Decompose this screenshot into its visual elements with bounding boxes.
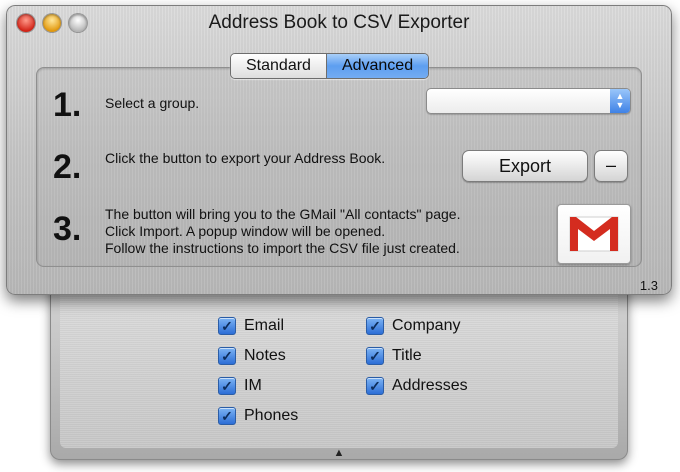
step-2-number: 2.: [53, 148, 82, 186]
field-company-label: Company: [392, 317, 461, 334]
step-1-text: Select a group.: [105, 95, 200, 111]
popup-arrows-icon: ▲ ▼: [610, 89, 630, 113]
window-title: Address Book to CSV Exporter: [208, 12, 470, 33]
tab-standard[interactable]: Standard: [231, 54, 327, 78]
checkbox-phones[interactable]: ✓: [218, 407, 236, 425]
gmail-button[interactable]: [557, 204, 631, 264]
field-company-row[interactable]: ✓ Company: [366, 317, 460, 335]
field-addresses-row[interactable]: ✓ Addresses: [366, 377, 468, 395]
export-button[interactable]: Export: [462, 150, 588, 182]
field-email-label: Email: [244, 317, 285, 334]
step-1-number: 1.: [53, 86, 82, 124]
mode-segmented-control[interactable]: Standard Advanced: [230, 53, 430, 79]
tab-advanced[interactable]: Advanced: [326, 54, 429, 78]
checkbox-notes[interactable]: ✓: [218, 347, 236, 365]
field-phones-label: Phones: [244, 407, 299, 424]
title-bar[interactable]: Address Book to CSV Exporter: [6, 5, 672, 41]
field-notes-label: Notes: [244, 347, 286, 364]
field-title-row[interactable]: ✓ Title: [366, 347, 422, 365]
checkbox-title[interactable]: ✓: [366, 347, 384, 365]
drawer-handle-icon[interactable]: ▲: [334, 448, 345, 459]
field-im-label: IM: [244, 377, 262, 394]
main-window: Address Book to CSV Exporter Standard Ad…: [6, 5, 672, 295]
checkbox-company[interactable]: ✓: [366, 317, 384, 335]
version-label: 1.3: [639, 278, 658, 293]
field-email-row[interactable]: ✓ Email: [218, 317, 284, 335]
field-phones-row[interactable]: ✓ Phones: [218, 407, 298, 425]
checkbox-im[interactable]: ✓: [218, 377, 236, 395]
field-im-row[interactable]: ✓ IM: [218, 377, 262, 395]
group-select[interactable]: ▲ ▼: [426, 88, 631, 114]
gmail-icon: [569, 216, 619, 252]
step-2-text: Click the button to export your Address …: [105, 150, 386, 166]
step-3-number: 3.: [53, 210, 82, 248]
steps-panel: 1. Select a group. ▲ ▼ 2. Click the butto…: [36, 67, 642, 267]
minus-button[interactable]: –: [594, 150, 628, 182]
checkbox-addresses[interactable]: ✓: [366, 377, 384, 395]
step-3-line-2: Click Import. A popup window will be ope…: [105, 223, 386, 239]
step-3-text: The button will bring you to the GMail "…: [105, 206, 460, 257]
step-3-line-1: The button will bring you to the GMail "…: [105, 206, 461, 222]
checkbox-email[interactable]: ✓: [218, 317, 236, 335]
drawer-content: [60, 290, 618, 448]
step-3-line-3: Follow the instructions to import the CS…: [105, 240, 460, 256]
options-drawer: ✓ Email ✓ Notes ✓ IM ✓ Phones ✓ Company …: [50, 280, 628, 460]
field-addresses-label: Addresses: [392, 377, 468, 394]
field-title-label: Title: [392, 347, 422, 364]
field-notes-row[interactable]: ✓ Notes: [218, 347, 286, 365]
